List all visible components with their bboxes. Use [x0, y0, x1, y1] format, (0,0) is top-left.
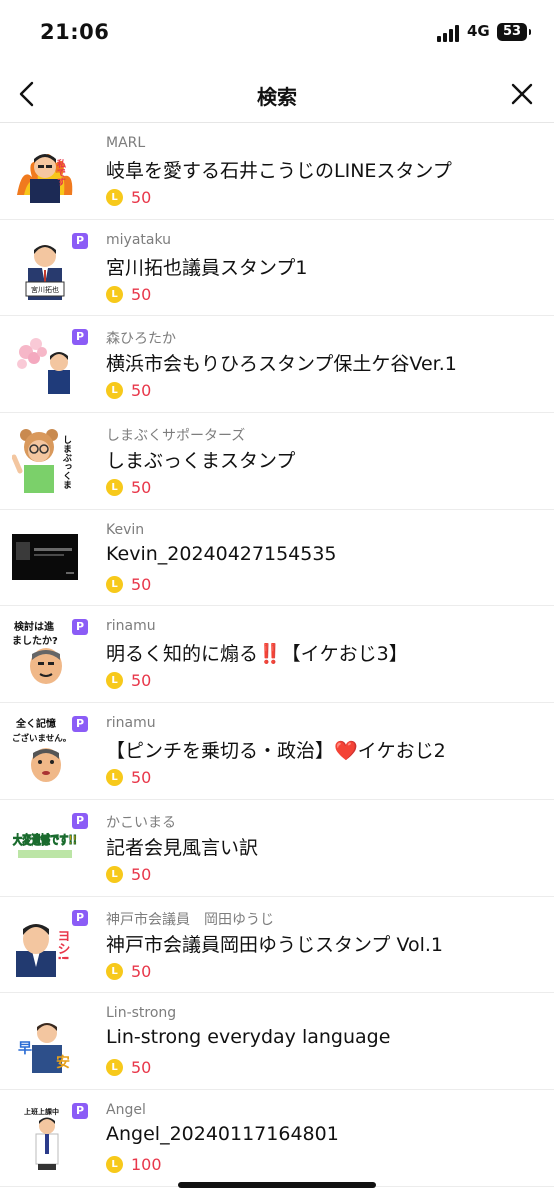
list-item[interactable]: 早 安 Lin-strong Lin-strong everyday langu…: [0, 993, 554, 1090]
price-value: 50: [131, 381, 152, 401]
sticker-title: しまぶっくまスタンプ: [106, 450, 296, 473]
price-value: 50: [131, 574, 152, 594]
coin-icon: L: [106, 769, 123, 787]
list-item[interactable]: しまぶっくま しまぶくサポーターズ しまぶっくまスタンプ L 50: [0, 413, 554, 510]
coin-icon: L: [106, 962, 123, 980]
sticker-thumbnail: 全く記憶 ございません。: [12, 717, 78, 783]
sticker-thumbnail: 早 安: [12, 1007, 78, 1074]
network-type: 4G: [467, 22, 490, 40]
sticker-thumbnail: 検討は進 ましたか?: [12, 620, 78, 686]
author-name: Angel: [106, 1101, 146, 1118]
nav-bar: 検索: [0, 68, 554, 123]
author-name: 森ひろたか: [106, 331, 176, 348]
author-name: かこいまる: [106, 814, 176, 831]
coin-icon: L: [106, 865, 123, 883]
price-value: 50: [131, 864, 152, 884]
author-name: 神戸市会議員 岡田ゆうじ: [106, 911, 274, 928]
svg-text:宮川拓也: 宮川拓也: [31, 285, 59, 294]
svg-text:安: 安: [56, 1054, 70, 1071]
list-item[interactable]: 上班上課中 P Angel Angel_20240117164801 L 100: [0, 1090, 554, 1187]
sticker-title: Angel_20240117164801: [106, 1122, 339, 1145]
svg-text:私です: 私です: [55, 158, 67, 186]
coin-icon: L: [106, 672, 123, 690]
author-name: Lin-strong: [106, 1005, 177, 1022]
sticker-title: 岐阜を愛する石井こうじのLINEスタンプ: [106, 160, 452, 182]
sticker-thumbnail: 大変遺憾です!!: [12, 814, 78, 880]
battery-icon: 53: [497, 23, 531, 41]
svg-text:早: 早: [18, 1041, 32, 1057]
close-button[interactable]: [506, 78, 538, 110]
coin-icon: L: [106, 382, 123, 400]
list-item[interactable]: 全く記憶 ございません。 P rinamu 【ピンチを乗切る・政治】❤️イケおじ…: [0, 703, 554, 800]
coin-icon: L: [106, 189, 123, 206]
author-name: miyataku: [106, 231, 172, 248]
premium-badge: P: [72, 1102, 88, 1119]
status-bar: 21:06 4G 53: [0, 0, 554, 68]
premium-badge: P: [72, 909, 88, 926]
svg-text:ございません。: ございません。: [12, 733, 71, 744]
list-item[interactable]: Kevin Kevin_20240427154535 L 50: [0, 510, 554, 607]
list-item[interactable]: 私です MARL 岐阜を愛する石井こうじのLINEスタンプ L 50: [0, 123, 554, 220]
author-name: rinamu: [106, 715, 156, 732]
sticker-title: 横浜市会もりひろスタンプ保土ケ谷Ver.1: [106, 353, 457, 376]
page-title: 検索: [257, 85, 297, 109]
list-item[interactable]: 検討は進 ましたか? P rinamu 明るく知的に煽る‼️【イケおじ3】 L …: [0, 606, 554, 704]
premium-badge: P: [72, 812, 88, 829]
sticker-title: Kevin_20240427154535: [106, 542, 337, 565]
author-name: Kevin: [106, 521, 145, 538]
svg-text:全く記憶: 全く記憶: [15, 717, 56, 730]
price-value: 50: [131, 1058, 152, 1078]
sticker-title: 明るく知的に煽る‼️【イケおじ3】: [106, 643, 408, 666]
coin-icon: L: [106, 575, 123, 593]
price-value: 50: [131, 284, 152, 304]
coin-icon: L: [106, 1059, 123, 1077]
svg-text:ましたか?: ましたか?: [12, 635, 58, 647]
list-item[interactable]: 大変遺憾です!! P かこいまる 記者会見風言い訳 L 50: [0, 800, 554, 897]
premium-badge: P: [72, 716, 88, 733]
coin-icon: L: [106, 285, 123, 303]
author-name: しまぶくサポーターズ: [106, 428, 246, 445]
status-time: 21:06: [40, 20, 110, 44]
sticker-list: 私です MARL 岐阜を愛する石井こうじのLINEスタンプ L 50 宮川拓也 …: [0, 123, 554, 1187]
coin-icon: L: [106, 479, 123, 497]
svg-text:大変遺憾です!!: 大変遺憾です!!: [13, 832, 77, 847]
list-item[interactable]: P 森ひろたか 横浜市会もりひろスタンプ保土ケ谷Ver.1 L 50: [0, 316, 554, 414]
premium-badge: P: [72, 232, 88, 249]
coin-icon: L: [106, 1155, 123, 1173]
sticker-title: 神戸市会議員岡田ゆうじスタンプ Vol.1: [106, 933, 444, 956]
list-item[interactable]: ヨシ! P 神戸市会議員 岡田ゆうじ 神戸市会議員岡田ゆうじスタンプ Vol.1…: [0, 897, 554, 994]
author-name: MARL: [106, 135, 146, 151]
sticker-title: 記者会見風言い訳: [106, 836, 259, 859]
price-value: 50: [131, 671, 152, 691]
sticker-thumbnail: [12, 524, 78, 590]
premium-badge: P: [72, 329, 88, 346]
sticker-title: 宮川拓也議員スタンプ1: [106, 256, 308, 279]
svg-text:上班上課中: 上班上課中: [24, 1107, 59, 1116]
home-indicator[interactable]: [178, 1182, 376, 1188]
sticker-title: 【ピンチを乗切る・政治】❤️イケおじ2: [106, 740, 446, 763]
price-value: 50: [131, 478, 152, 498]
price-value: 50: [131, 188, 152, 207]
svg-text:検討は進: 検討は進: [14, 620, 55, 633]
list-item[interactable]: 宮川拓也 P miyataku 宮川拓也議員スタンプ1 L 50: [0, 220, 554, 317]
svg-text:ヨシ!: ヨシ!: [55, 929, 70, 961]
svg-text:しまぶっくま: しまぶっくま: [61, 435, 73, 489]
author-name: rinamu: [106, 618, 156, 635]
price-value: 100: [131, 1154, 162, 1174]
signal-icon: [437, 24, 463, 42]
sticker-thumbnail: しまぶっくま: [12, 427, 78, 494]
premium-badge: P: [72, 619, 88, 636]
sticker-thumbnail: 私です: [12, 137, 78, 203]
sticker-title: Lin-strong everyday language: [106, 1026, 391, 1049]
close-icon: [511, 83, 533, 105]
sticker-thumbnail: 上班上課中: [12, 1104, 78, 1170]
sticker-thumbnail: ヨシ!: [12, 911, 78, 977]
price-value: 50: [131, 961, 152, 981]
price-value: 50: [131, 768, 152, 788]
sticker-thumbnail: 宮川拓也: [12, 234, 78, 300]
sticker-thumbnail: [12, 330, 78, 396]
